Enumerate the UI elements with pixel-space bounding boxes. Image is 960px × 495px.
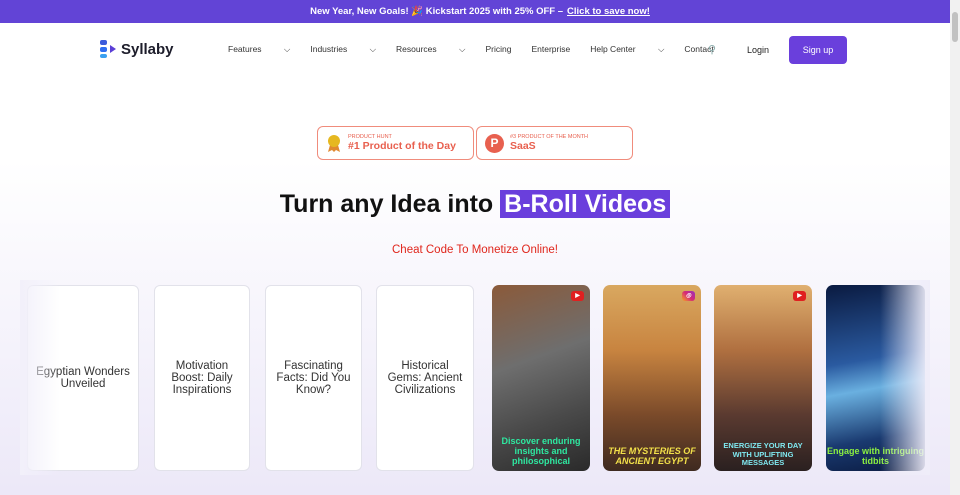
video-card[interactable]: ▶ ENERGIZE YOUR DAY WITH UPLIFTING MESSAG… [714,285,812,471]
login-link[interactable]: Login [747,45,769,55]
video-card[interactable]: ▶ Discover enduring insights and philosop… [492,285,590,471]
signup-button[interactable]: Sign up [789,36,847,64]
logo[interactable]: Syllaby [99,39,174,59]
scrollbar-thumb[interactable] [952,12,958,42]
nav-industries[interactable]: Industries ⌵ [310,44,376,55]
instagram-icon: ◎ [682,291,695,301]
carousel-fade-right [880,280,930,475]
hero-title: Turn any Idea into B-Roll Videos [0,190,950,219]
video-caption: THE MYSTERIES OF ANCIENT EGYPT [608,446,696,467]
nav-resources[interactable]: Resources ⌵ [396,44,465,55]
hero-highlight: B-Roll Videos [500,190,671,218]
nav-pricing[interactable]: Pricing [485,44,511,55]
promo-link[interactable]: Click to save now! [567,6,650,17]
medal-icon [328,135,340,152]
idea-card[interactable]: Historical Gems: Ancient Civilizations [376,285,474,471]
idea-card[interactable]: Motivation Boost: Daily Inspirations [154,285,250,471]
logo-text: Syllaby [121,40,174,58]
hero-subtitle: Cheat Code To Monetize Online! [392,244,558,256]
youtube-icon: ▶ [793,291,806,301]
scrollbar[interactable] [950,0,960,495]
main-menu: Features ⌵ Industries ⌵ Resources ⌵ Pric… [228,44,734,55]
product-hunt-p-icon: P [485,133,504,153]
search-icon[interactable]: ⚲ [708,43,716,56]
video-card[interactable]: ◎ THE MYSTERIES OF ANCIENT EGYPT [603,285,701,471]
product-hunt-badge[interactable]: PRODUCT HUNT #1 Product of the Day [317,126,474,160]
promo-text: New Year, New Goals! 🎉 Kickstart 2025 wi… [310,6,564,17]
badge-title: #1 Product of the Day [348,140,456,152]
carousel-fade-left [20,280,60,475]
top-nav: Syllaby Features ⌵ Industries ⌵ Resource… [0,23,950,75]
nav-features[interactable]: Features ⌵ [228,44,290,55]
idea-card[interactable]: Fascinating Facts: Did You Know? [265,285,362,471]
nav-enterprise[interactable]: Enterprise [531,44,570,55]
badge-title: SaaS [510,140,536,152]
youtube-icon: ▶ [571,291,584,301]
video-caption: ENERGIZE YOUR DAY WITH UPLIFTING MESSAGE… [723,441,803,467]
product-month-badge[interactable]: P #3 PRODUCT OF THE MONTH SaaS [476,126,633,160]
video-caption: Discover enduring insights and philosoph… [501,436,581,467]
promo-banner[interactable]: New Year, New Goals! 🎉 Kickstart 2025 wi… [0,0,960,23]
syllaby-logo-icon [100,40,116,58]
nav-help-center[interactable]: Help Center ⌵ [590,44,664,55]
